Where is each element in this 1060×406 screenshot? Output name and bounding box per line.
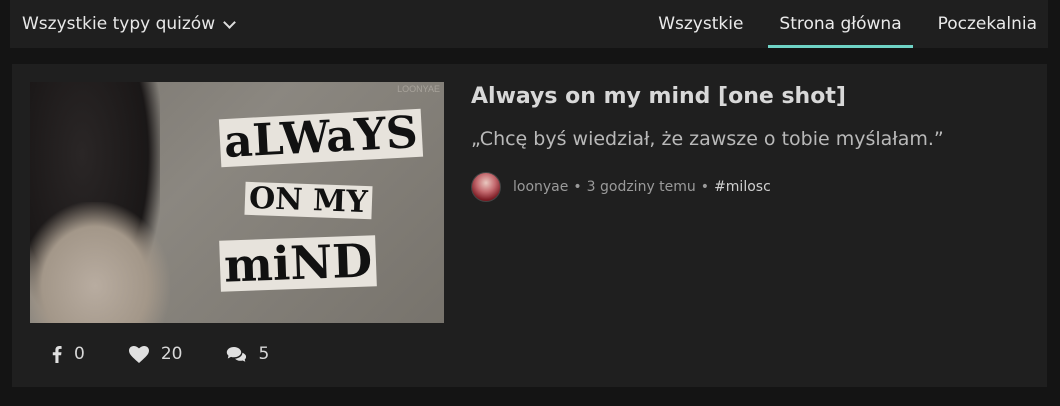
comments-icon bbox=[226, 346, 247, 363]
quiz-card: LOONYAE aLWaYS ON MY miND Always on my m… bbox=[12, 64, 1047, 387]
post-time: 3 godziny temu bbox=[586, 179, 696, 195]
chevron-down-icon bbox=[223, 15, 236, 29]
post-tag[interactable]: #milosc bbox=[714, 179, 771, 195]
facebook-icon bbox=[52, 345, 62, 363]
meta-separator: • bbox=[700, 179, 710, 195]
like-button[interactable]: 20 bbox=[128, 344, 183, 364]
thumbnail-watermark: LOONYAE bbox=[397, 84, 440, 94]
share-count: 0 bbox=[74, 344, 85, 364]
author-name[interactable]: loonyae bbox=[513, 179, 568, 195]
quiz-thumbnail[interactable]: LOONYAE aLWaYS ON MY miND bbox=[30, 82, 444, 323]
tab-label: Strona główna bbox=[779, 14, 902, 34]
thumbnail-text-line-3: miND bbox=[219, 233, 377, 293]
tab-label: Wszystkie bbox=[658, 14, 744, 34]
quiz-stats: 0 20 5 bbox=[52, 344, 313, 364]
quiz-meta: loonyae • 3 godziny temu • #milosc bbox=[471, 172, 771, 202]
comment-count: 5 bbox=[258, 344, 270, 364]
tab-bar: Wszystkie Strona główna Poczekalnia bbox=[633, 0, 1048, 48]
tab-poczekalnia[interactable]: Poczekalnia bbox=[927, 0, 1048, 48]
comments-button[interactable]: 5 bbox=[226, 344, 269, 364]
quiz-description: „Chcę byś wiedział, że zawsze o tobie my… bbox=[471, 128, 944, 150]
quiz-type-filter-label: Wszystkie typy quizów bbox=[22, 14, 216, 34]
like-count: 20 bbox=[160, 344, 183, 364]
heart-icon bbox=[128, 345, 149, 363]
share-facebook-button[interactable]: 0 bbox=[52, 344, 85, 364]
tab-label: Poczekalnia bbox=[937, 14, 1037, 34]
quiz-type-filter-dropdown[interactable]: Wszystkie typy quizów bbox=[10, 14, 236, 34]
thumbnail-figure-shoulder bbox=[30, 202, 170, 323]
tab-wszystkie[interactable]: Wszystkie bbox=[647, 0, 754, 48]
tab-strona-glowna[interactable]: Strona główna bbox=[768, 0, 913, 48]
author-avatar[interactable] bbox=[471, 172, 501, 202]
thumbnail-text-line-2: ON MY bbox=[244, 181, 373, 220]
top-navigation-bar: Wszystkie typy quizów Wszystkie Strona g… bbox=[10, 0, 1048, 48]
thumbnail-text-line-1: aLWaYS bbox=[218, 107, 423, 168]
meta-separator: • bbox=[573, 179, 582, 195]
quiz-title[interactable]: Always on my mind [one shot] bbox=[471, 84, 846, 109]
